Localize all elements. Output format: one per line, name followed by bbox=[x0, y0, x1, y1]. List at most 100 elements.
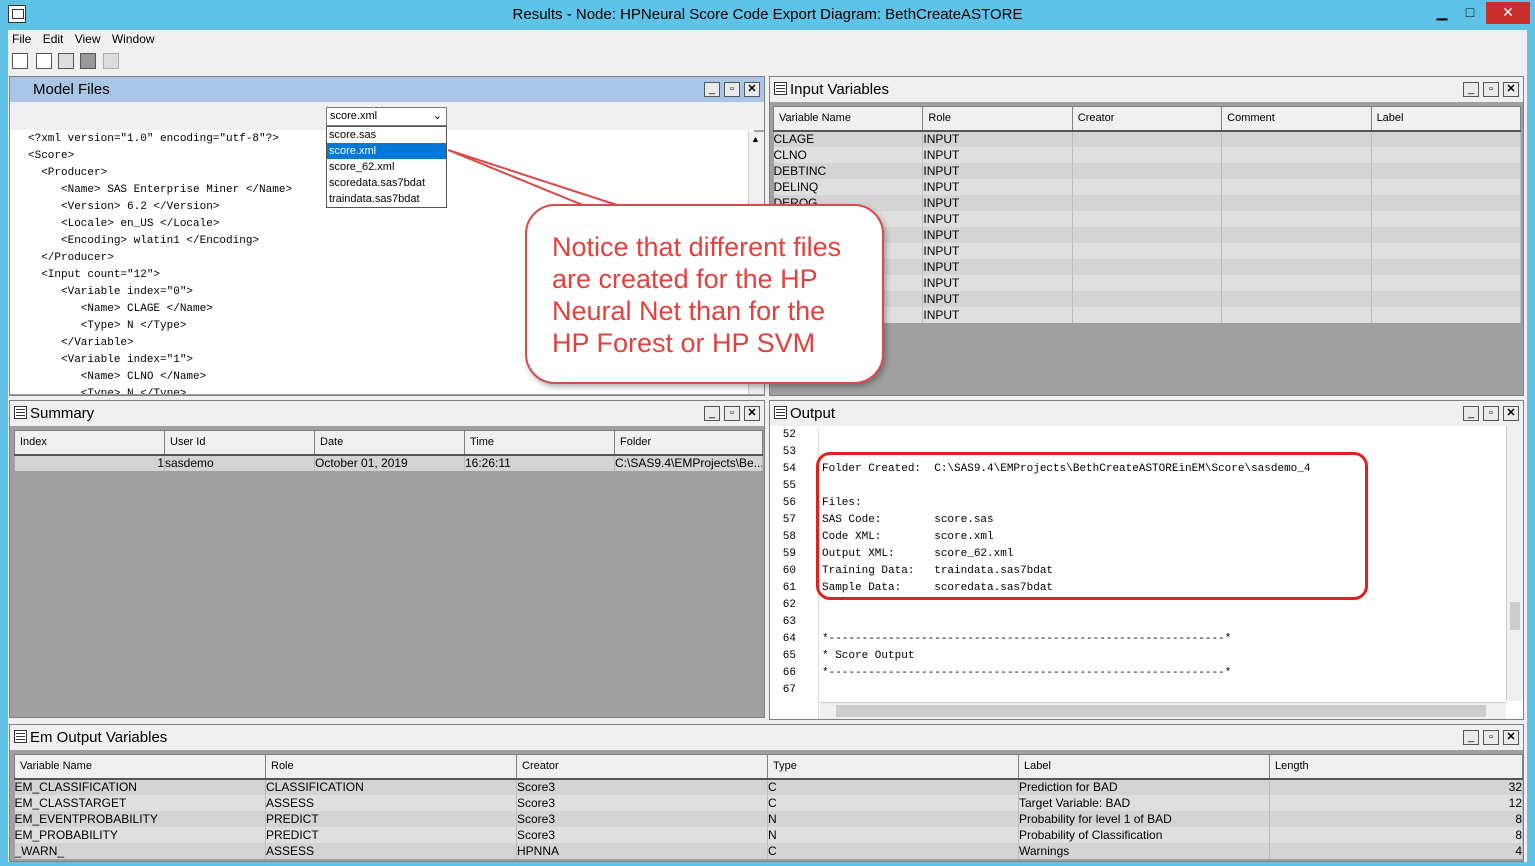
table-row[interactable]: EM_PROBABILITY PREDICT Score3 N Probability … bbox=[14, 826, 1523, 843]
table-cell: INPUT bbox=[922, 258, 1073, 275]
dropdown-option[interactable]: score.xml bbox=[327, 143, 446, 159]
column-header[interactable]: Comment bbox=[1221, 106, 1372, 132]
column-header[interactable]: Role bbox=[265, 754, 517, 780]
panel-maximize-button[interactable]: ▫ bbox=[724, 82, 740, 97]
table-cell: DELINQ bbox=[773, 178, 924, 195]
column-header[interactable]: Label bbox=[1018, 754, 1270, 780]
table-row[interactable]: DEBTINC INPUT bbox=[773, 162, 1522, 179]
scroll-up-icon[interactable]: ▲ bbox=[751, 134, 760, 144]
table-row[interactable]: EM_EVENTPROBABILITY PREDICT Score3 N Probabi… bbox=[14, 810, 1523, 827]
output-hscrollbar[interactable] bbox=[820, 702, 1506, 719]
panel-close-button[interactable]: ✕ bbox=[1503, 730, 1519, 745]
maximize-button[interactable]: □ bbox=[1456, 2, 1484, 24]
table-cell: 4 bbox=[1269, 842, 1523, 859]
column-header[interactable]: Index bbox=[14, 430, 165, 456]
table-row[interactable]: INPUT bbox=[773, 274, 1522, 291]
menu-file[interactable]: File bbox=[8, 30, 35, 46]
grid-icon[interactable] bbox=[80, 53, 96, 69]
column-header[interactable]: Variable Name bbox=[14, 754, 266, 780]
panel-close-button[interactable]: ✕ bbox=[1503, 406, 1519, 421]
column-header[interactable]: Folder bbox=[614, 430, 763, 456]
dropdown-option[interactable]: score_62.xml bbox=[327, 159, 446, 175]
close-button[interactable]: ✕ bbox=[1486, 2, 1530, 24]
table-cell: Score3 bbox=[516, 826, 768, 843]
table-cell bbox=[1221, 130, 1372, 147]
output-line: 67 bbox=[770, 684, 822, 701]
callout-text: Notice that different files are created f… bbox=[552, 231, 841, 359]
menu-view[interactable]: View bbox=[71, 30, 105, 46]
table-row[interactable]: INPUT bbox=[773, 210, 1522, 227]
minimize-button[interactable]: ▁ bbox=[1428, 2, 1456, 24]
model-file-dropdown[interactable]: score.xml ⌄ bbox=[326, 107, 447, 126]
output-line: 65 * Score Output bbox=[770, 650, 915, 667]
scroll-thumb[interactable] bbox=[1510, 602, 1520, 630]
column-header[interactable]: Length bbox=[1269, 754, 1523, 780]
table-cell: C bbox=[767, 842, 1019, 859]
output-line: 52 bbox=[770, 429, 822, 446]
table-row[interactable]: INPUT bbox=[773, 226, 1522, 243]
output-vscrollbar[interactable] bbox=[1506, 426, 1523, 701]
table-row[interactable]: 1 sasdemo October 01, 2019 16:26:11 C:\SAS9.… bbox=[14, 454, 763, 471]
dropdown-option[interactable]: traindata.sas7bdat bbox=[327, 191, 446, 207]
column-header[interactable]: Date bbox=[314, 430, 465, 456]
table-row[interactable]: CLNO INPUT bbox=[773, 146, 1522, 163]
callout-line: Notice that different files bbox=[552, 232, 842, 262]
panel-minimize-button[interactable]: _ bbox=[1463, 406, 1479, 421]
table-row[interactable]: _WARN_ ASSESS HPNNA C Warnings 4 bbox=[14, 842, 1523, 859]
column-header[interactable]: Creator bbox=[1071, 106, 1223, 132]
panel-close-button[interactable]: ✕ bbox=[744, 82, 760, 97]
table-cell: 1 bbox=[14, 454, 165, 471]
em-output-panel: Em Output Variables _ ▫ ✕ Variable Name R… bbox=[9, 724, 1524, 862]
column-header[interactable]: Creator bbox=[516, 754, 768, 780]
table-cell: 16:26:11 bbox=[464, 454, 615, 471]
dropdown-list: score.sas score.xml score_62.xml scoredata.… bbox=[326, 126, 447, 208]
line-number: 59 bbox=[782, 548, 796, 560]
column-header[interactable]: Variable Name bbox=[772, 106, 924, 132]
output-line: 66 *-------------------------------------… bbox=[770, 667, 1231, 684]
panel-close-button[interactable]: ✕ bbox=[1503, 82, 1519, 97]
dropdown-option[interactable]: score.sas bbox=[327, 127, 446, 143]
table-cell bbox=[1221, 306, 1372, 323]
menu-window[interactable]: Window bbox=[108, 30, 159, 46]
table-row[interactable]: INPUT bbox=[773, 242, 1522, 259]
table-cell: _WARN_ bbox=[14, 842, 266, 859]
column-header[interactable]: User Id bbox=[164, 430, 315, 456]
menu-edit[interactable]: Edit bbox=[39, 30, 68, 46]
panel-minimize-button[interactable]: _ bbox=[704, 406, 720, 421]
table-row[interactable]: DELINQ INPUT bbox=[773, 178, 1522, 195]
panel-minimize-button[interactable]: _ bbox=[1463, 82, 1479, 97]
table-cell bbox=[1371, 130, 1522, 147]
model-files-title: Model Files bbox=[33, 81, 110, 98]
panel-maximize-button[interactable]: ▫ bbox=[1483, 406, 1499, 421]
panel-minimize-button[interactable]: _ bbox=[704, 82, 720, 97]
table-cell: October 01, 2019 bbox=[314, 454, 465, 471]
column-header[interactable]: Type bbox=[767, 754, 1019, 780]
line-number: 55 bbox=[782, 480, 796, 492]
table-cell bbox=[1072, 210, 1223, 227]
table-cell: DEBTINC bbox=[773, 162, 924, 179]
tool-icon[interactable] bbox=[103, 53, 119, 69]
output-line: 55 bbox=[770, 480, 822, 497]
document-icon[interactable] bbox=[36, 53, 52, 69]
panel-maximize-button[interactable]: ▫ bbox=[1483, 730, 1499, 745]
table-row[interactable]: EM_CLASSIFICATION CLASSIFICATION Score3 C Pr… bbox=[14, 778, 1523, 795]
column-header[interactable]: Time bbox=[464, 430, 615, 456]
print-icon[interactable] bbox=[58, 53, 74, 69]
panel-minimize-button[interactable]: _ bbox=[1463, 730, 1479, 745]
table-row[interactable]: INPUT bbox=[773, 290, 1522, 307]
panel-maximize-button[interactable]: ▫ bbox=[1483, 82, 1499, 97]
table-row[interactable]: INPUT bbox=[773, 258, 1522, 275]
panel-maximize-button[interactable]: ▫ bbox=[724, 406, 740, 421]
table-row[interactable]: DEROG INPUT bbox=[773, 194, 1522, 211]
table-cell: Prediction for BAD bbox=[1018, 778, 1270, 795]
panel-close-button[interactable]: ✕ bbox=[744, 406, 760, 421]
table-row[interactable]: INPUT bbox=[773, 306, 1522, 323]
table-row[interactable]: EM_CLASSTARGET ASSESS Score3 C Target Variab… bbox=[14, 794, 1523, 811]
column-header[interactable]: Role bbox=[922, 106, 1073, 132]
dropdown-option[interactable]: scoredata.sas7bdat bbox=[327, 175, 446, 191]
column-header[interactable]: Label bbox=[1370, 106, 1522, 132]
table-row[interactable]: CLAGE INPUT bbox=[773, 130, 1522, 147]
document-icon bbox=[774, 406, 787, 419]
new-icon[interactable] bbox=[12, 53, 28, 69]
hscroll-thumb[interactable] bbox=[836, 705, 1486, 717]
